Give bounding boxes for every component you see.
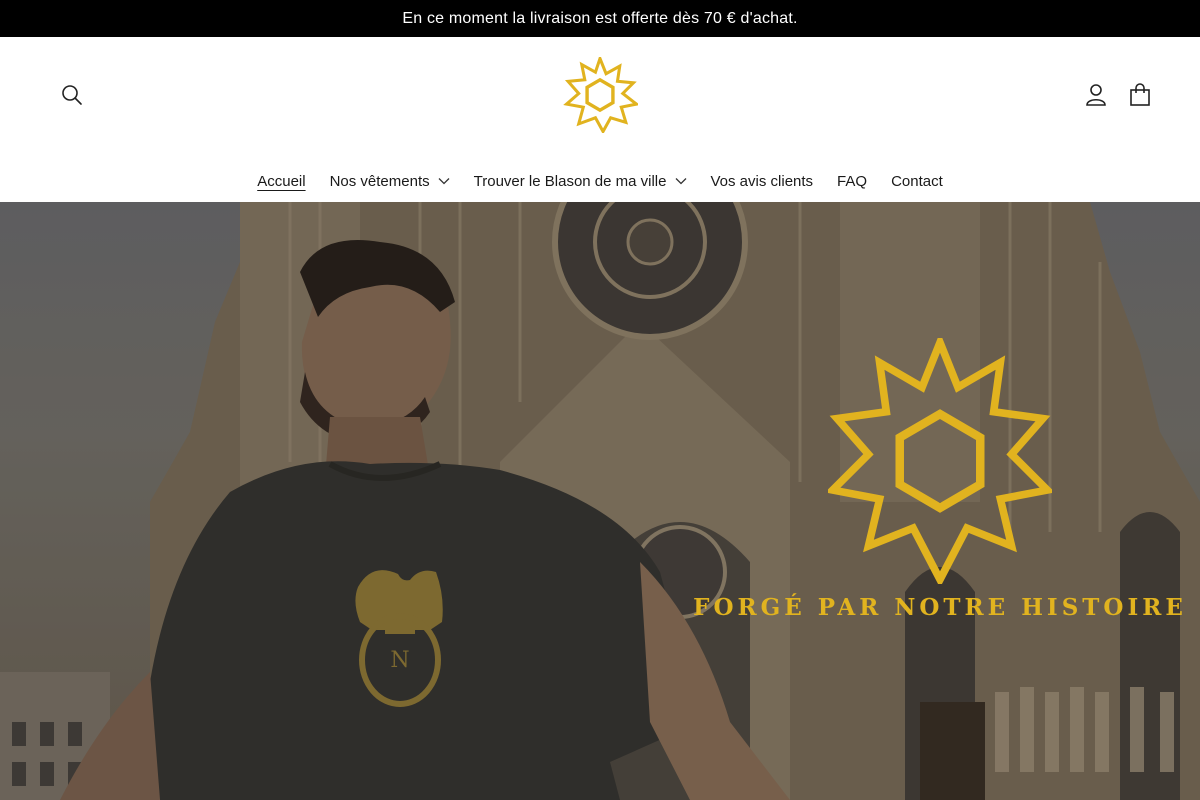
search-button[interactable] bbox=[56, 79, 88, 111]
nav-item-contact[interactable]: Contact bbox=[879, 165, 955, 197]
hero-banner: N FORGÉ PAR NOTRE HISTOIRE bbox=[0, 202, 1200, 800]
main-navigation: Accueil Nos vêtements Trouver le Blason … bbox=[0, 165, 1200, 197]
shopping-bag-icon bbox=[1130, 83, 1150, 106]
nav-item-label: Vos avis clients bbox=[710, 172, 814, 190]
user-icon bbox=[1086, 84, 1106, 106]
nav-item-label: Nos vêtements bbox=[329, 172, 430, 190]
site-header: Accueil Nos vêtements Trouver le Blason … bbox=[0, 37, 1200, 202]
star-hexagon-logo[interactable] bbox=[562, 57, 638, 133]
hero-tagline: FORGÉ PAR NOTRE HISTOIRE bbox=[693, 594, 1187, 621]
account-button[interactable] bbox=[1080, 79, 1112, 111]
nav-item-avis-clients[interactable]: Vos avis clients bbox=[699, 165, 826, 197]
chevron-down-icon bbox=[675, 177, 687, 185]
search-icon bbox=[62, 85, 82, 105]
nav-item-trouver-blason[interactable]: Trouver le Blason de ma ville bbox=[462, 165, 699, 197]
nav-item-faq[interactable]: FAQ bbox=[825, 165, 879, 197]
nav-item-accueil[interactable]: Accueil bbox=[245, 165, 317, 197]
nav-item-nos-vetements[interactable]: Nos vêtements bbox=[318, 165, 462, 197]
star-hexagon-emblem bbox=[828, 338, 1052, 584]
nav-item-label: FAQ bbox=[837, 172, 868, 190]
nav-item-label: Trouver le Blason de ma ville bbox=[473, 172, 667, 190]
chevron-down-icon bbox=[438, 177, 450, 185]
nav-item-label: Contact bbox=[891, 172, 943, 190]
nav-item-label: Accueil bbox=[257, 172, 306, 190]
announcement-bar: En ce moment la livraison est offerte dè… bbox=[0, 0, 1200, 37]
announcement-text: En ce moment la livraison est offerte dè… bbox=[402, 9, 798, 27]
cart-button[interactable] bbox=[1124, 79, 1156, 111]
